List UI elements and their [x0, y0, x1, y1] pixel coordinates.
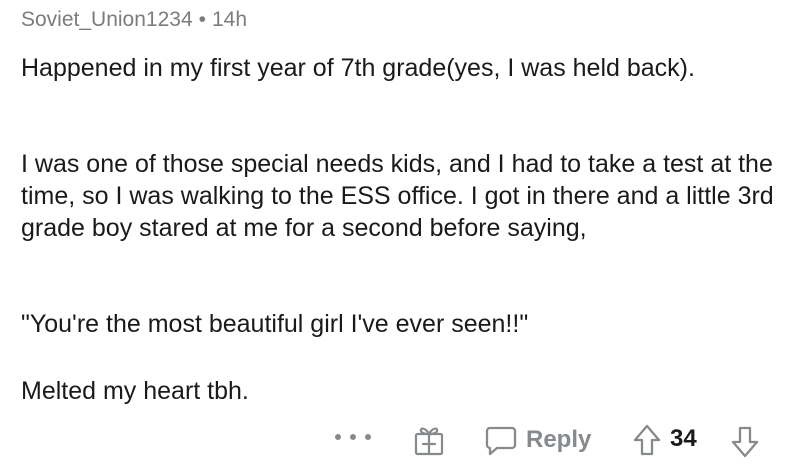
- comment-meta: Soviet_Union1234 • 14h: [21, 7, 247, 33]
- arrow-up-icon: [633, 424, 661, 456]
- more-horizontal-icon: [335, 434, 341, 440]
- gift-award-icon: [414, 427, 444, 456]
- arrow-down-icon: [731, 426, 759, 458]
- comment-paragraph: Happened in my first year of 7th grade(y…: [21, 54, 695, 82]
- more-horizontal-icon: [350, 434, 356, 440]
- comment-age[interactable]: 14h: [212, 8, 247, 31]
- comment-paragraph: "You're the most beautiful girl I've eve…: [21, 310, 529, 338]
- upvote-button[interactable]: [632, 423, 662, 457]
- vote-score: 34: [670, 425, 697, 452]
- more-options-button[interactable]: [335, 425, 371, 449]
- award-button[interactable]: [412, 423, 446, 457]
- comment-paragraph: Melted my heart tbh.: [21, 377, 249, 405]
- comment-paragraph: I was one of those special needs kids, a…: [21, 150, 774, 242]
- downvote-button[interactable]: [730, 425, 760, 459]
- reply-label: Reply: [526, 426, 592, 453]
- meta-separator: •: [198, 8, 206, 31]
- reply-button[interactable]: Reply: [484, 423, 591, 457]
- comment-action-bar: Reply 34: [0, 415, 800, 465]
- speech-bubble-icon: [485, 426, 517, 456]
- more-horizontal-icon: [365, 434, 371, 440]
- comment-author[interactable]: Soviet_Union1234: [21, 8, 193, 31]
